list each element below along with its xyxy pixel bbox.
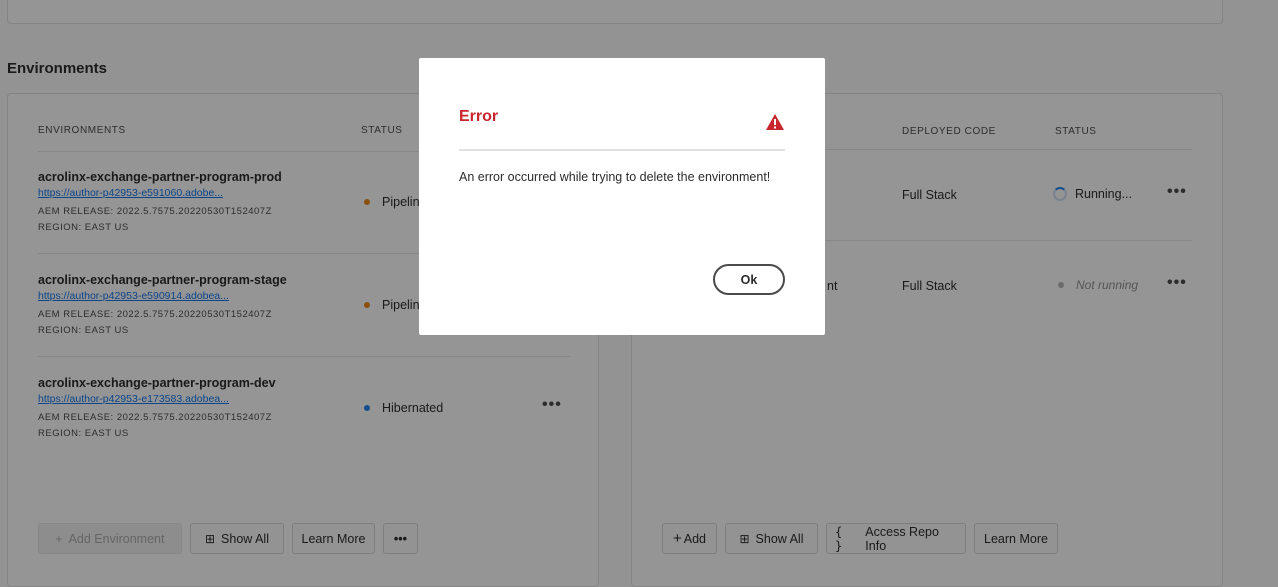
dialog-message: An error occurred while trying to delete… bbox=[459, 170, 771, 184]
dialog-divider bbox=[459, 149, 785, 151]
error-dialog: Error An error occurred while trying to … bbox=[419, 58, 825, 335]
alert-triangle-icon bbox=[766, 114, 784, 130]
dialog-title: Error bbox=[459, 108, 499, 125]
ok-button[interactable]: Ok bbox=[713, 264, 785, 295]
